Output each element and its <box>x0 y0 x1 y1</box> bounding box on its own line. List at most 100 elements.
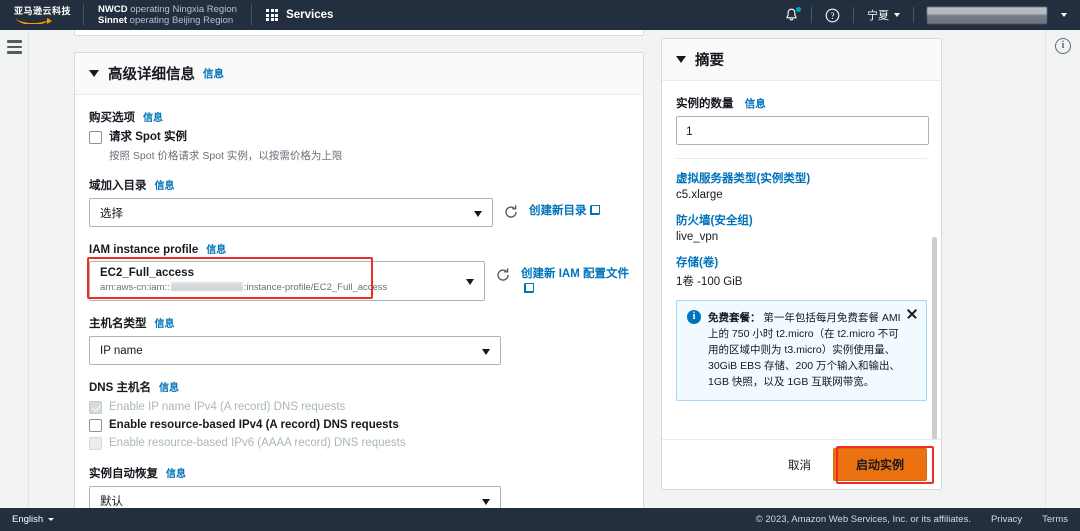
spot-instance-hint: 按照 Spot 价格请求 Spot 实例，以按需价格为上限 <box>109 150 343 162</box>
summary-title: 摘要 <box>695 53 724 69</box>
instance-type-link[interactable]: 虚拟服务器类型(实例类型) <box>676 170 927 186</box>
collapse-toggle-icon[interactable] <box>89 70 99 77</box>
help-circle-icon: ? <box>825 8 840 22</box>
dns-option-row: Enable IP name IPv4 (A record) DNS reque… <box>89 400 629 415</box>
notifications-button[interactable] <box>772 0 811 30</box>
dns-option-label: Enable resource-based IPv4 (A record) DN… <box>109 419 399 431</box>
right-rail: i <box>1045 30 1080 508</box>
aws-logo[interactable]: 亚马逊云科技 <box>0 6 83 24</box>
top-navigation-bar: 亚马逊云科技 NWCD operating Ningxia Region Sin… <box>0 0 1080 30</box>
hostname-type-select[interactable]: IP name <box>89 336 501 365</box>
sinnet-region: operating Beijing Region <box>127 15 234 26</box>
language-selector[interactable]: English <box>12 514 55 525</box>
iam-instance-profile-field: IAM instance profile 信息 EC2_Full_access … <box>87 241 629 301</box>
footer-bar: English © 2023, Amazon Web Services, Inc… <box>0 508 1080 531</box>
spot-instance-label: 请求 Spot 实例 <box>109 131 187 143</box>
chevron-down-icon <box>474 210 482 217</box>
services-label: Services <box>286 9 334 21</box>
iam-instance-profile-select[interactable]: EC2_Full_access arn:aws-cn:iam:::instanc… <box>89 261 485 301</box>
dns-option-row[interactable]: Enable resource-based IPv4 (A record) DN… <box>89 418 629 433</box>
cancel-button[interactable]: 取消 <box>784 451 815 479</box>
arn-redacted <box>170 282 243 291</box>
account-name-redacted <box>927 6 1047 24</box>
domain-directory-select[interactable]: 选择 <box>89 198 493 227</box>
help-button[interactable]: ? <box>812 0 853 30</box>
info-link[interactable]: 信息 <box>155 315 175 330</box>
summary-scrollbar[interactable] <box>932 237 937 439</box>
sinnet-label: Sinnet <box>98 15 128 26</box>
info-link[interactable]: 信息 <box>206 241 226 256</box>
info-link[interactable]: 信息 <box>203 66 224 81</box>
purchase-options-field: 购买选项 信息 请求 Spot 实例 按照 Spot 价格请求 Spot 实例，… <box>89 109 629 163</box>
chevron-down-icon <box>482 348 490 355</box>
language-label: English <box>12 514 44 525</box>
hostname-type-value: IP name <box>100 344 143 357</box>
region-selector[interactable]: 宁夏 <box>854 0 913 30</box>
create-directory-link[interactable]: 创建新目录 <box>529 204 600 219</box>
chevron-down-icon <box>894 13 900 17</box>
instance-count-label: 实例的数量 信息 <box>676 98 766 110</box>
previous-panel-partial <box>74 30 644 36</box>
account-menu[interactable] <box>914 0 1080 30</box>
collapse-toggle-icon[interactable] <box>676 56 686 63</box>
info-link[interactable]: 信息 <box>745 98 766 110</box>
create-iam-profile-link[interactable]: 创建新 IAM 配置文件 <box>521 267 629 297</box>
terms-link[interactable]: Terms <box>1042 514 1068 525</box>
info-icon: i <box>687 310 701 324</box>
free-tier-alert: i 免费套餐： 第一年包括每月免费套餐 AMI 上的 750 小时 t2.mic… <box>676 300 927 401</box>
info-link[interactable]: 信息 <box>159 379 179 394</box>
instance-type-value: c5.xlarge <box>676 189 723 201</box>
firewall-value: live_vpn <box>676 231 719 243</box>
summary-item: 存储(卷) 1卷 -100 GiB <box>676 254 927 289</box>
auto-recovery-value: 默认 <box>100 495 123 508</box>
main-content-column: 高级详细信息 信息 购买选项 信息 请求 Spot 实例 按照 Spot 价格请… <box>29 30 659 508</box>
dns-option-label: Enable resource-based IPv6 (AAAA record)… <box>109 437 406 449</box>
summary-panel: 摘要 实例的数量 信息 虚拟服务器类型(实例类型) c5.xlarge 防火墙(… <box>661 38 942 490</box>
chevron-down-icon <box>48 518 55 521</box>
external-link-icon <box>589 205 600 215</box>
dns-ipv4-ipname-checkbox <box>89 401 102 414</box>
privacy-link[interactable]: Privacy <box>991 514 1022 525</box>
advanced-details-body: 购买选项 信息 请求 Spot 实例 按照 Spot 价格请求 Spot 实例，… <box>75 95 643 508</box>
bell-icon <box>785 7 801 22</box>
page-title: 高级详细信息 <box>108 67 195 83</box>
free-tier-title: 免费套餐： <box>708 312 761 324</box>
info-circle-icon[interactable]: i <box>1055 38 1071 54</box>
close-icon[interactable] <box>906 308 918 320</box>
copyright-text: © 2023, Amazon Web Services, Inc. or its… <box>755 514 971 525</box>
iam-profile-arn: arn:aws-cn:iam:::instance-profile/EC2_Fu… <box>100 282 388 293</box>
region-selector-label: 宁夏 <box>867 10 889 22</box>
info-link[interactable]: 信息 <box>143 109 163 124</box>
hostname-type-field: 主机名类型 信息 IP name <box>89 315 629 365</box>
dns-resource-ipv4-checkbox[interactable] <box>89 419 102 432</box>
auto-recovery-label: 实例自动恢复 信息 <box>89 465 629 481</box>
services-menu-button[interactable]: Services <box>252 8 348 22</box>
hostname-type-label: 主机名类型 信息 <box>89 315 629 331</box>
external-link-icon <box>524 283 534 293</box>
grid-icon <box>265 8 279 22</box>
domain-join-directory-field: 域加入目录 信息 选择 创建新目录 <box>89 177 629 227</box>
domain-join-directory-label: 域加入目录 信息 <box>89 177 629 193</box>
auto-recovery-select[interactable]: 默认 <box>89 486 501 508</box>
refresh-icon[interactable] <box>503 204 519 220</box>
dns-option-row: Enable resource-based IPv6 (AAAA record)… <box>89 436 629 451</box>
info-link[interactable]: 信息 <box>166 465 186 480</box>
logo-text: 亚马逊云科技 <box>14 6 72 16</box>
instance-count-input[interactable] <box>676 116 929 145</box>
launch-instance-button[interactable]: 启动实例 <box>832 448 927 481</box>
summary-footer: 取消 启动实例 <box>662 439 941 489</box>
advanced-details-header[interactable]: 高级详细信息 信息 <box>75 53 643 95</box>
nwcd-region: operating Ningxia Region <box>127 3 237 15</box>
info-link[interactable]: 信息 <box>155 177 175 192</box>
spot-instance-checkbox[interactable] <box>89 131 102 144</box>
storage-link[interactable]: 存储(卷) <box>676 254 927 270</box>
nwcd-label: NWCD <box>98 3 128 15</box>
summary-header[interactable]: 摘要 <box>662 39 941 81</box>
dns-hostname-field: DNS 主机名 信息 Enable IP name IPv4 (A record… <box>89 379 629 451</box>
amazon-smile-icon <box>14 17 54 24</box>
hamburger-icon[interactable] <box>7 40 22 57</box>
firewall-link[interactable]: 防火墙(安全组) <box>676 212 927 228</box>
chevron-down-icon <box>1061 13 1067 17</box>
refresh-icon[interactable] <box>495 267 511 283</box>
spot-instance-row[interactable]: 请求 Spot 实例 <box>89 130 629 145</box>
